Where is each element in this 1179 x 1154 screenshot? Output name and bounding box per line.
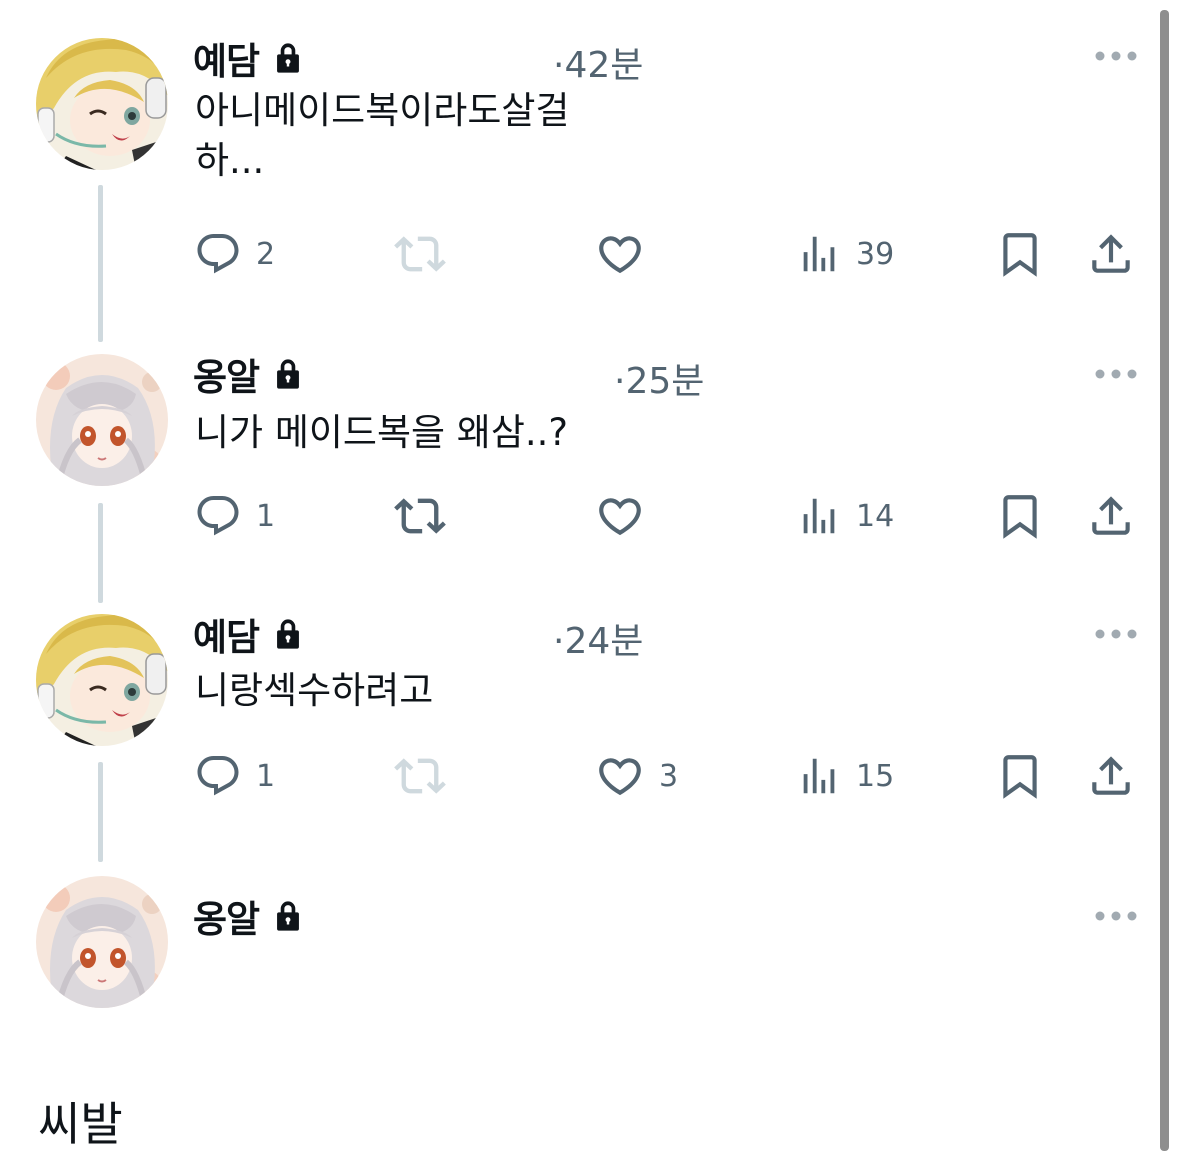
share-button[interactable] bbox=[1086, 748, 1136, 804]
tweet-text: 니가 메이드복을 왜삼..? bbox=[195, 411, 569, 454]
reply-count: 1 bbox=[256, 498, 276, 534]
tweet-header: 옹알 bbox=[193, 352, 303, 399]
scrollbar[interactable] bbox=[1160, 10, 1169, 1151]
bookmark-icon bbox=[995, 491, 1045, 541]
retweet-icon bbox=[394, 490, 446, 542]
views-button[interactable]: 39 bbox=[796, 226, 894, 282]
tweet-text: 아니메이드복이라도살걸 하... bbox=[195, 89, 570, 182]
reply-icon bbox=[194, 492, 242, 540]
lock-icon bbox=[273, 357, 303, 391]
view-count: 15 bbox=[856, 758, 895, 794]
avatar[interactable] bbox=[36, 354, 168, 486]
timestamp[interactable]: ·42분 bbox=[553, 36, 643, 88]
share-icon bbox=[1086, 229, 1136, 279]
tweet[interactable]: 예담 ·42분 아니메이드복이라도살걸 하... 2 39 bbox=[0, 0, 1160, 330]
views-icon bbox=[796, 753, 842, 799]
avatar[interactable] bbox=[36, 38, 168, 170]
like-button[interactable] bbox=[595, 488, 645, 544]
reply-button[interactable]: 1 bbox=[194, 488, 275, 544]
bookmark-button[interactable] bbox=[995, 226, 1045, 282]
tweet-text: 씨발 bbox=[38, 1097, 123, 1151]
display-name[interactable]: 옹알 bbox=[193, 347, 260, 401]
share-button[interactable] bbox=[1086, 226, 1136, 282]
action-bar: 1 14 bbox=[0, 488, 1160, 544]
retweet-button[interactable] bbox=[394, 488, 446, 544]
lock-icon bbox=[273, 617, 303, 651]
reply-button[interactable]: 1 bbox=[194, 748, 275, 804]
reply-count: 2 bbox=[256, 236, 276, 272]
share-icon bbox=[1086, 751, 1136, 801]
retweet-button[interactable] bbox=[394, 748, 446, 804]
views-icon bbox=[796, 493, 842, 539]
retweet-icon bbox=[394, 750, 446, 802]
timestamp[interactable]: ·25분 bbox=[614, 352, 704, 404]
lock-icon bbox=[273, 41, 303, 75]
bookmark-button[interactable] bbox=[995, 748, 1045, 804]
more-icon[interactable] bbox=[1094, 368, 1138, 380]
reply-button[interactable]: 2 bbox=[194, 226, 275, 282]
heart-icon bbox=[595, 229, 645, 279]
more-icon[interactable] bbox=[1094, 50, 1138, 62]
avatar[interactable] bbox=[36, 876, 168, 1008]
lock-icon bbox=[273, 899, 303, 933]
retweet-button[interactable] bbox=[394, 226, 446, 282]
reply-count: 1 bbox=[256, 758, 276, 794]
timestamp[interactable]: ·24분 bbox=[553, 612, 643, 664]
share-icon bbox=[1086, 491, 1136, 541]
tweet[interactable]: 옹알 ·25분 니가 메이드복을 왜삼..? 1 14 bbox=[0, 340, 1160, 600]
heart-icon bbox=[595, 491, 645, 541]
more-icon[interactable] bbox=[1094, 628, 1138, 640]
bookmark-button[interactable] bbox=[995, 488, 1045, 544]
like-count: 3 bbox=[659, 758, 679, 794]
bookmark-icon bbox=[995, 229, 1045, 279]
reply-icon bbox=[194, 230, 242, 278]
more-icon[interactable] bbox=[1094, 910, 1138, 922]
share-button[interactable] bbox=[1086, 488, 1136, 544]
action-bar: 2 39 bbox=[0, 226, 1160, 282]
bookmark-icon bbox=[995, 751, 1045, 801]
tweet[interactable]: 예담 ·24분 니랑섹수하려고 1 3 15 bbox=[0, 600, 1160, 860]
tweet[interactable]: 옹알 bbox=[0, 860, 1160, 1151]
view-count: 14 bbox=[856, 498, 895, 534]
avatar[interactable] bbox=[36, 614, 168, 746]
tweet-header: 예담 bbox=[193, 36, 303, 83]
reply-icon bbox=[194, 752, 242, 800]
views-button[interactable]: 14 bbox=[796, 488, 894, 544]
like-button[interactable]: 3 bbox=[595, 748, 678, 804]
tweet-text: 니랑섹수하려고 bbox=[195, 669, 434, 712]
views-button[interactable]: 15 bbox=[796, 748, 894, 804]
tweet-header: 옹알 bbox=[193, 894, 303, 941]
display-name[interactable]: 예담 bbox=[193, 607, 260, 661]
display-name[interactable]: 예담 bbox=[193, 31, 260, 85]
action-bar: 1 3 15 bbox=[0, 748, 1160, 804]
retweet-icon bbox=[394, 228, 446, 280]
view-count: 39 bbox=[856, 236, 895, 272]
views-icon bbox=[796, 231, 842, 277]
heart-icon bbox=[595, 751, 645, 801]
like-button[interactable] bbox=[595, 226, 645, 282]
tweet-header: 예담 bbox=[193, 612, 303, 659]
display-name[interactable]: 옹알 bbox=[193, 889, 260, 943]
